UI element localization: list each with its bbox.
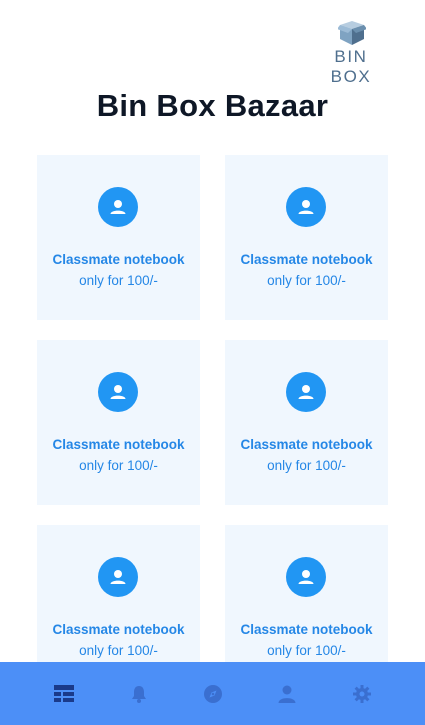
page-title: Bin Box Bazaar (96, 88, 329, 123)
product-price: only for 100/- (267, 273, 346, 288)
product-name: Classmate notebook (240, 252, 373, 267)
nav-item-notifications[interactable] (101, 662, 176, 725)
product-price: only for 100/- (79, 643, 158, 658)
compass-icon (204, 685, 222, 703)
product-name: Classmate notebook (52, 252, 185, 267)
product-card[interactable]: Classmate notebook only for 100/- (37, 340, 200, 505)
nav-item-settings[interactable] (324, 662, 399, 725)
product-price: only for 100/- (79, 273, 158, 288)
product-card[interactable]: Classmate notebook only for 100/- (37, 155, 200, 320)
user-icon (286, 372, 326, 412)
gear-icon (353, 685, 371, 703)
user-icon (278, 685, 296, 703)
product-name: Classmate notebook (52, 437, 185, 452)
user-icon (286, 557, 326, 597)
user-icon (286, 187, 326, 227)
product-name: Classmate notebook (52, 622, 185, 637)
nav-item-profile[interactable] (249, 662, 324, 725)
product-price: only for 100/- (79, 458, 158, 473)
user-icon (98, 187, 138, 227)
bell-icon (132, 686, 146, 703)
product-name: Classmate notebook (240, 437, 373, 452)
product-name: Classmate notebook (240, 622, 373, 637)
user-icon (98, 372, 138, 412)
product-card[interactable]: Classmate notebook only for 100/- (225, 155, 388, 320)
bottom-navigation (0, 662, 425, 725)
open-box-icon (338, 21, 366, 45)
brand-name: BIN BOX (330, 47, 372, 86)
brand-logo[interactable]: BIN BOX (311, 20, 391, 86)
nav-item-feed[interactable] (26, 662, 101, 725)
product-price: only for 100/- (267, 643, 346, 658)
list-view-icon (54, 685, 74, 702)
nav-item-explore[interactable] (175, 662, 250, 725)
product-price: only for 100/- (267, 458, 346, 473)
product-card[interactable]: Classmate notebook only for 100/- (225, 340, 388, 505)
user-icon (98, 557, 138, 597)
